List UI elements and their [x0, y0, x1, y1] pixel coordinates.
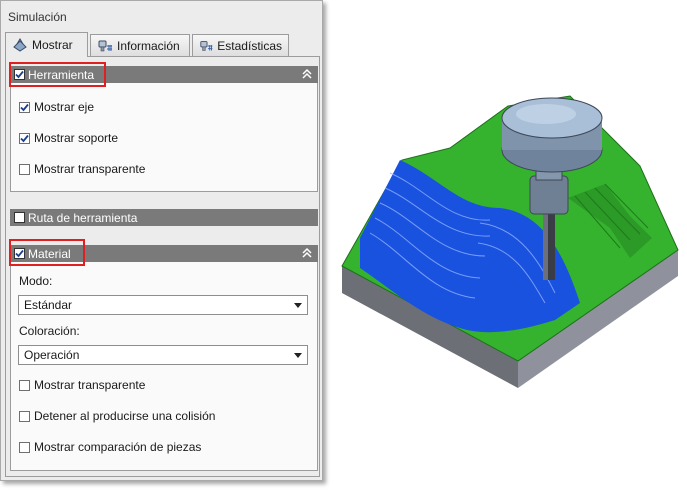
option-detener-colision[interactable]: Detener al producirse una colisión: [19, 409, 215, 423]
option-label: Mostrar comparación de piezas: [34, 440, 202, 454]
herramienta-checkbox[interactable]: [14, 69, 25, 80]
material-checkbox[interactable]: [14, 248, 25, 259]
collapse-chevron-icon[interactable]: [301, 67, 313, 81]
detener-colision-checkbox[interactable]: [19, 410, 30, 422]
tab-strip: Mostrar Información Estadísticas: [5, 32, 321, 57]
tab-label: Mostrar: [32, 38, 73, 52]
tab-informacion[interactable]: Información: [90, 34, 190, 56]
section-label: Herramienta: [28, 67, 95, 82]
dropdown-arrow-icon[interactable]: [294, 303, 302, 308]
option-mostrar-eje[interactable]: Mostrar eje: [19, 100, 94, 114]
section-herramienta-header[interactable]: Herramienta: [10, 66, 318, 83]
modo-value: Estándar: [24, 298, 73, 312]
tool-shaft-highlight: [543, 208, 548, 280]
checkmark-icon: [20, 134, 29, 142]
dropdown-arrow-icon[interactable]: [294, 353, 302, 358]
checkmark-icon: [15, 249, 24, 258]
modo-label: Modo:: [19, 274, 53, 288]
mostrar-transparente-checkbox[interactable]: [19, 163, 30, 175]
option-mostrar-soporte[interactable]: Mostrar soporte: [19, 131, 118, 145]
option-label: Mostrar eje: [34, 100, 95, 114]
mostrar-soporte-checkbox[interactable]: [19, 132, 30, 144]
section-label: Material: [28, 246, 71, 261]
option-label: Mostrar soporte: [34, 131, 119, 145]
stats-icon: [200, 40, 213, 51]
coloracion-value: Operación: [24, 348, 80, 362]
tab-label: Estadísticas: [217, 38, 282, 53]
info-icon: [98, 40, 112, 51]
section-material-header[interactable]: Material: [10, 245, 318, 262]
tool-collet: [529, 175, 569, 215]
option-label: Mostrar transparente: [34, 162, 146, 176]
option-mostrar-transparente-herramienta[interactable]: Mostrar transparente: [19, 162, 145, 176]
modo-select[interactable]: Estándar: [18, 295, 308, 315]
simulation-3d-view: [341, 95, 679, 388]
checkmark-icon: [20, 103, 29, 111]
mostrar-transparente-checkbox[interactable]: [19, 379, 30, 391]
simulation-panel: Simulación Mostrar Información Estadísti…: [0, 0, 323, 481]
display-icon: [13, 38, 27, 52]
option-label: Mostrar transparente: [34, 378, 146, 392]
tab-estadisticas[interactable]: Estadísticas: [192, 34, 289, 56]
mostrar-eje-checkbox[interactable]: [19, 101, 30, 113]
ruta-checkbox[interactable]: [14, 212, 25, 223]
comparacion-piezas-checkbox[interactable]: [19, 441, 30, 453]
checkmark-icon: [15, 70, 24, 79]
coloracion-select[interactable]: Operación: [18, 345, 308, 365]
tab-mostrar[interactable]: Mostrar: [5, 32, 88, 57]
section-label: Ruta de herramienta: [28, 210, 138, 225]
collapse-chevron-icon[interactable]: [301, 246, 313, 260]
option-label: Detener al producirse una colisión: [34, 409, 216, 423]
section-ruta-header[interactable]: Ruta de herramienta: [10, 209, 318, 226]
panel-title: Simulación: [8, 10, 67, 24]
option-comparacion-piezas[interactable]: Mostrar comparación de piezas: [19, 440, 201, 454]
tab-label: Información: [117, 38, 180, 53]
option-mostrar-transparente-material[interactable]: Mostrar transparente: [19, 378, 145, 392]
coloracion-label: Coloración:: [19, 324, 80, 338]
spindle-reflection: [516, 104, 576, 124]
